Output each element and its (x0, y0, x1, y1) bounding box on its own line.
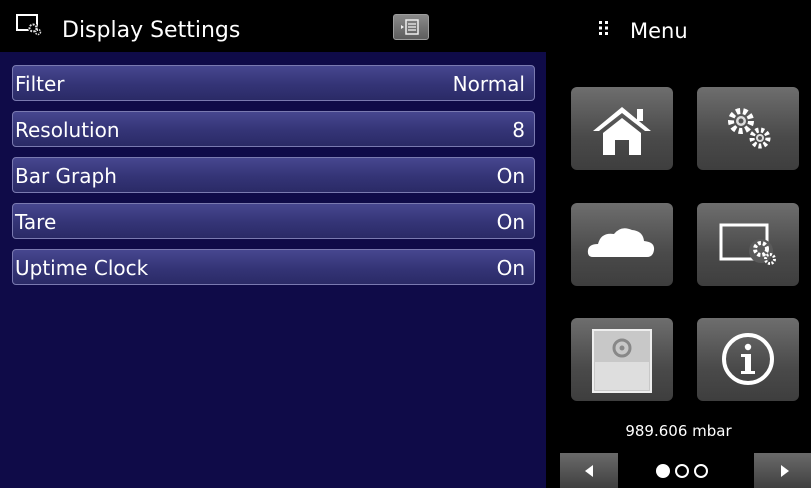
page-title: Display Settings (62, 18, 241, 43)
next-page-button[interactable] (754, 453, 811, 488)
page-dot (694, 464, 708, 478)
setting-value: On (496, 256, 525, 280)
menu-tile-settings[interactable] (697, 87, 799, 170)
menu-tile-home[interactable] (571, 87, 673, 170)
setting-label: Uptime Clock (15, 256, 149, 280)
setting-label: Filter (15, 72, 65, 96)
menu-title: Menu (630, 19, 688, 43)
setting-value: 8 (512, 118, 525, 142)
page-dot-active (656, 464, 670, 478)
setting-value: Normal (452, 72, 525, 96)
setting-value: On (496, 164, 525, 188)
menu-tile-display-settings[interactable] (697, 203, 799, 286)
setting-value: On (496, 210, 525, 234)
display-settings-icon (16, 14, 42, 36)
settings-list: Filter Normal Resolution 8 Bar Graph On … (0, 52, 546, 488)
setting-label: Tare (15, 210, 57, 234)
page-indicator (654, 459, 714, 481)
display-settings-pane: Display Settings Filter Normal Resolutio… (0, 0, 546, 488)
setting-label: Bar Graph (15, 164, 117, 188)
setting-row-tare[interactable]: Tare On (12, 203, 535, 239)
pressure-reading: 989.606 mbar (625, 422, 732, 440)
setting-row-bar-graph[interactable]: Bar Graph On (12, 157, 535, 193)
grip-icon (598, 20, 610, 36)
setting-label: Resolution (15, 118, 120, 142)
previous-page-button[interactable] (560, 453, 618, 488)
menu-pane: Menu 989.606 mbar (546, 0, 811, 488)
setting-row-filter[interactable]: Filter Normal (12, 65, 535, 101)
setting-row-uptime-clock[interactable]: Uptime Clock On (12, 249, 535, 285)
collapse-panel-button[interactable] (393, 14, 429, 40)
page-dot (675, 464, 689, 478)
menu-tile-info[interactable] (697, 318, 799, 401)
setting-row-resolution[interactable]: Resolution 8 (12, 111, 535, 147)
menu-tile-storage[interactable] (571, 318, 673, 401)
menu-tile-cloud[interactable] (571, 203, 673, 286)
title-bar: Display Settings (0, 0, 546, 52)
